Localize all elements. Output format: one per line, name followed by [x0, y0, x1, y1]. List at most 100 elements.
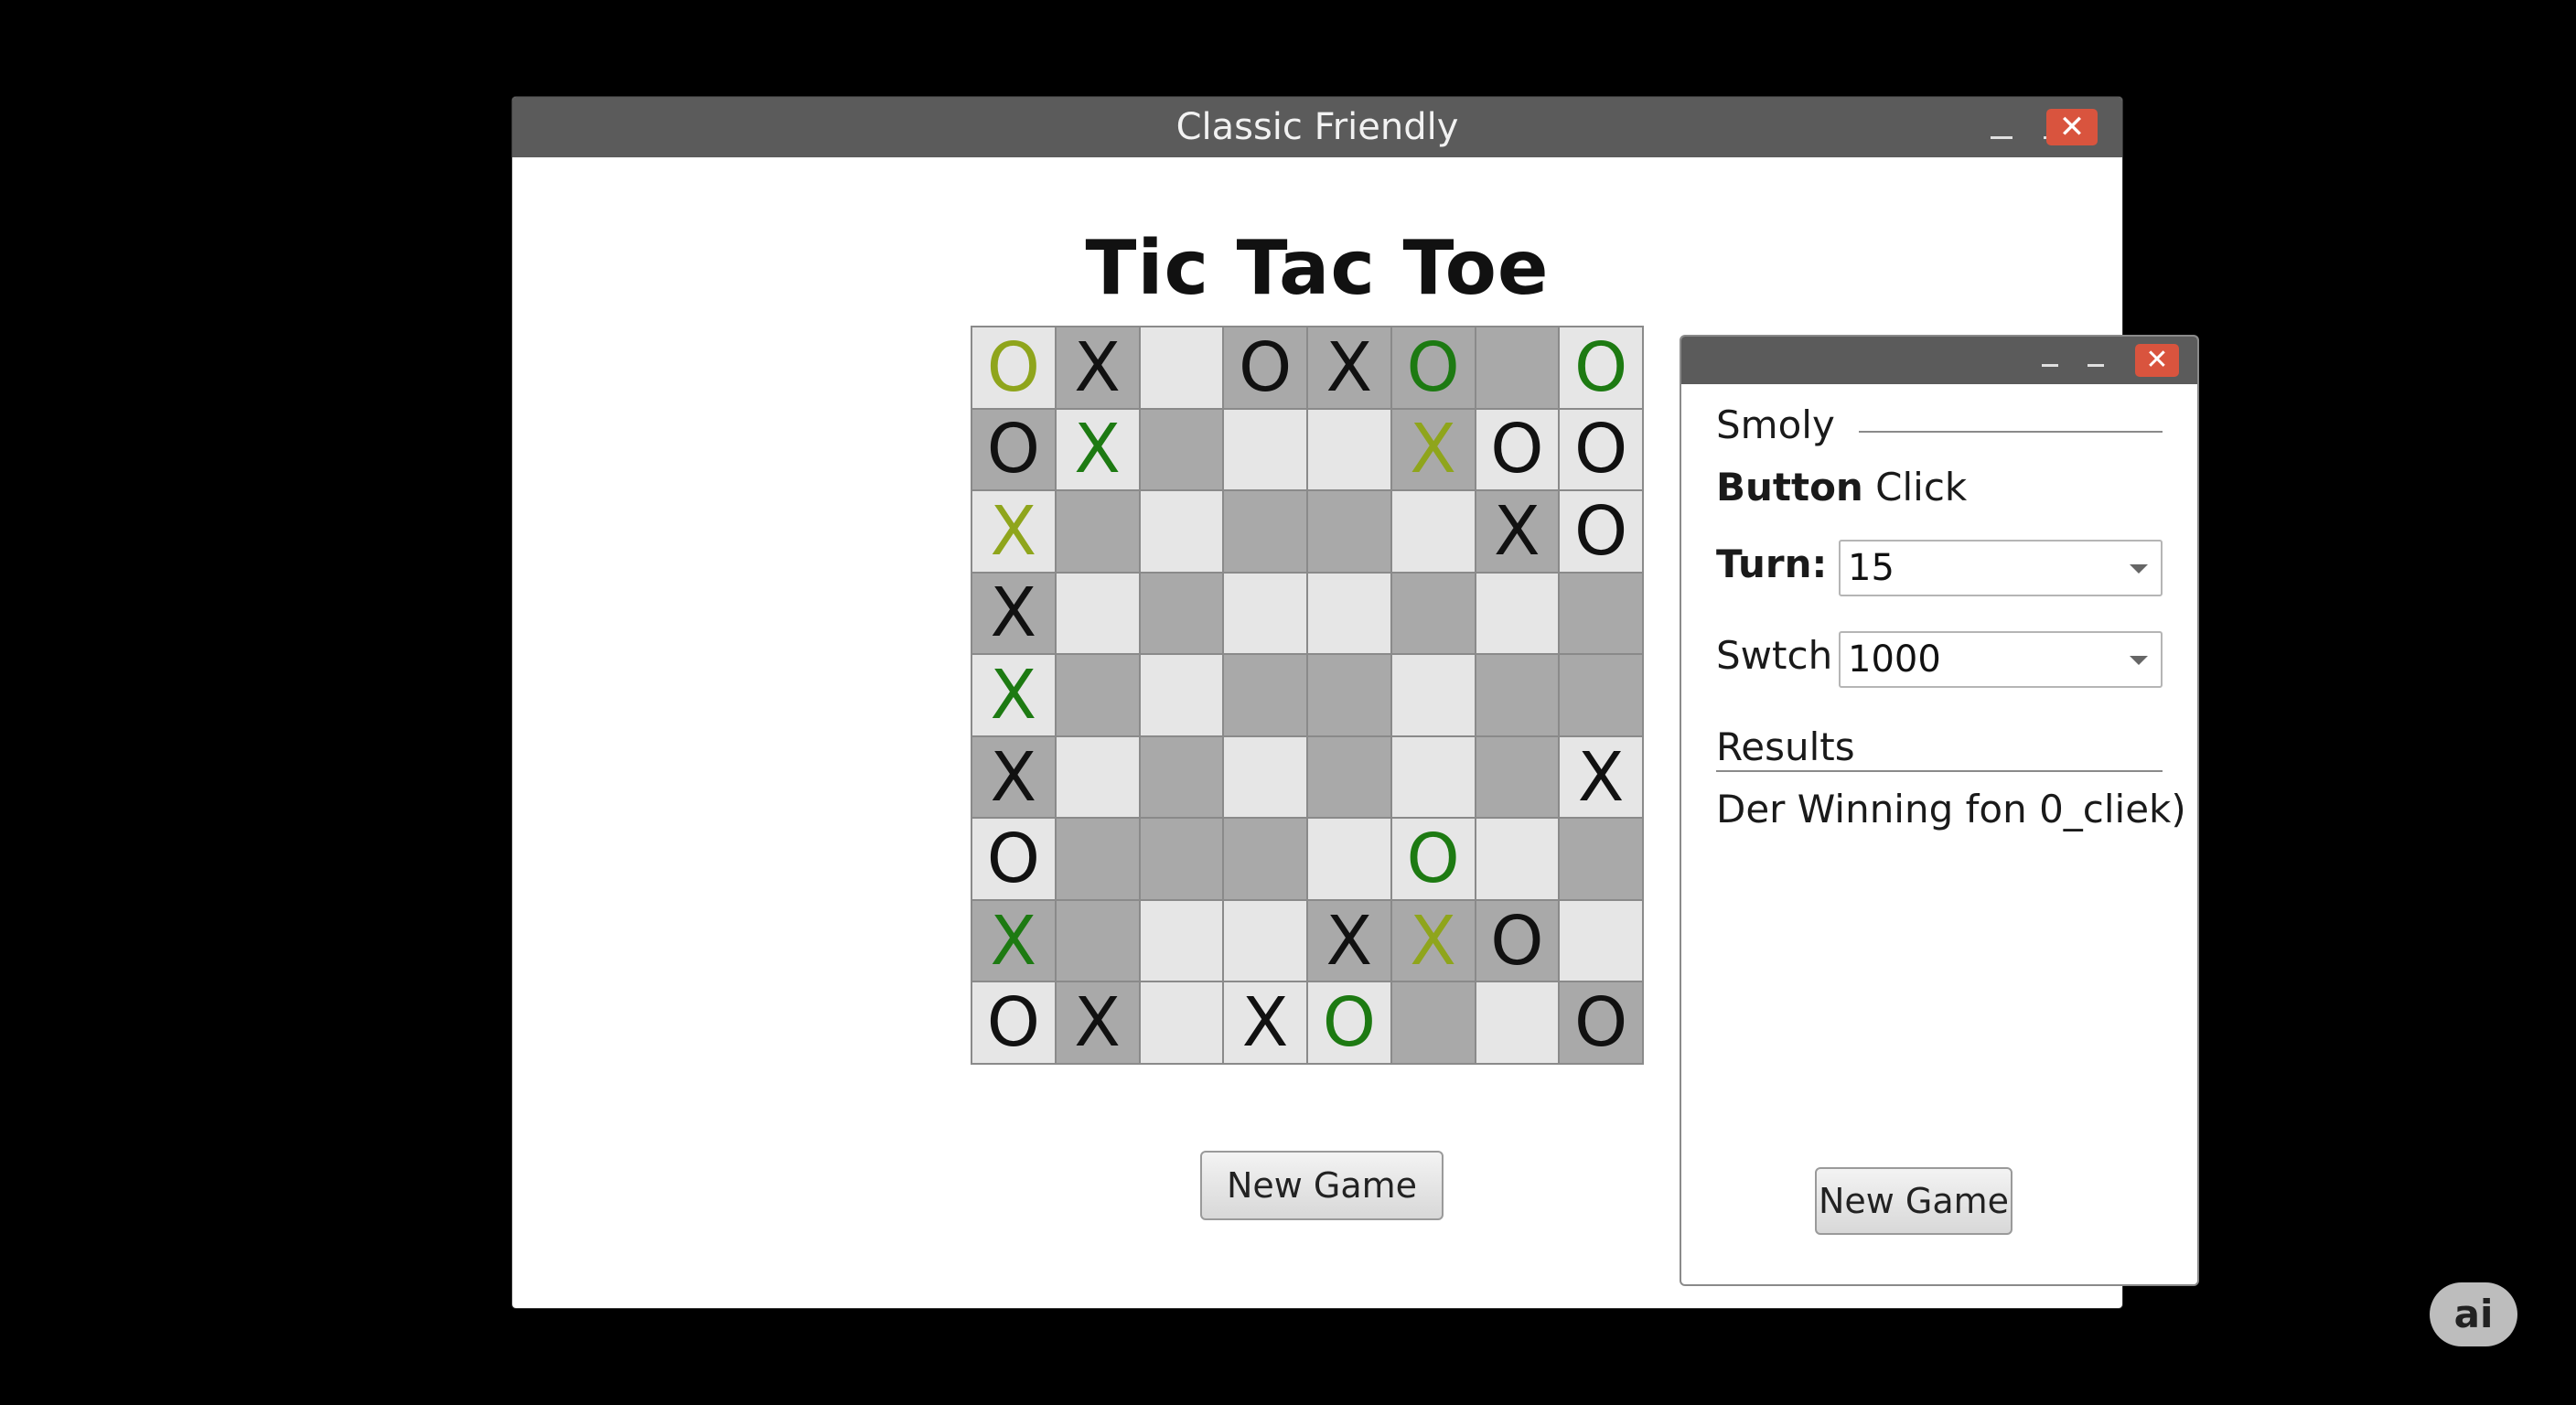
board-cell[interactable]	[1560, 573, 1642, 654]
board-cell[interactable]	[1476, 736, 1559, 818]
switch-select[interactable]: 1000	[1839, 631, 2163, 688]
x-mark: X	[1074, 983, 1121, 1063]
section-label-bold: Button	[1716, 465, 1863, 509]
board-cell[interactable]	[1224, 573, 1306, 654]
board-cell[interactable]	[1140, 819, 1223, 899]
board-cell[interactable]	[1056, 819, 1139, 899]
board-cell[interactable]	[1476, 819, 1559, 899]
board-cell[interactable]: O	[1476, 900, 1559, 981]
board-cell[interactable]: X	[972, 900, 1055, 981]
side-new-game-button[interactable]: New Game	[1815, 1167, 2012, 1235]
board-cell[interactable]: X	[972, 736, 1055, 818]
board-cell[interactable]	[1224, 736, 1306, 818]
board-cell[interactable]	[1308, 736, 1390, 818]
board-cell[interactable]	[1140, 573, 1223, 654]
board-cell[interactable]	[1056, 736, 1139, 818]
board-cell[interactable]	[1308, 655, 1390, 735]
board-cell[interactable]: O	[1476, 409, 1559, 490]
board-cell[interactable]	[1308, 491, 1390, 572]
o-mark: O	[1406, 820, 1460, 899]
board-cell[interactable]: O	[1308, 982, 1390, 1063]
board-cell[interactable]: X	[972, 491, 1055, 572]
board-cell[interactable]	[1056, 491, 1139, 572]
x-mark: X	[990, 737, 1037, 817]
board-cell[interactable]: O	[1560, 491, 1642, 572]
board-cell[interactable]: O	[1224, 327, 1306, 408]
minimize-button[interactable]	[1991, 136, 2012, 139]
board-cell[interactable]	[1140, 900, 1223, 981]
board-cell[interactable]: X	[1391, 409, 1475, 490]
board-cell[interactable]	[1560, 819, 1642, 899]
side-close-button[interactable]: ✕	[2135, 344, 2179, 377]
board-cell[interactable]	[1391, 982, 1475, 1063]
board-cell[interactable]	[1308, 409, 1390, 490]
board-cell[interactable]	[1056, 655, 1139, 735]
board-cell[interactable]	[1560, 655, 1642, 735]
board-cell[interactable]	[1140, 409, 1223, 490]
x-mark: X	[1410, 410, 1456, 489]
x-mark: X	[990, 901, 1037, 981]
board-cell[interactable]	[1391, 736, 1475, 818]
board-cell[interactable]	[1224, 900, 1306, 981]
board-cell[interactable]	[1056, 573, 1139, 654]
board-cell[interactable]: X	[972, 573, 1055, 654]
board-cell[interactable]	[1224, 655, 1306, 735]
board-cell[interactable]	[1308, 573, 1390, 654]
turn-label: Turn:	[1716, 542, 1828, 586]
board-cell[interactable]	[1476, 982, 1559, 1063]
board-cell[interactable]	[1391, 655, 1475, 735]
o-mark: O	[986, 820, 1040, 899]
section-label: Button Click	[1716, 465, 1967, 509]
board-cell[interactable]	[1056, 900, 1139, 981]
board-cell[interactable]	[1140, 655, 1223, 735]
board-cell[interactable]: O	[972, 819, 1055, 899]
board-cell[interactable]	[1224, 491, 1306, 572]
board-cell[interactable]	[1476, 327, 1559, 408]
board-cell[interactable]	[1391, 491, 1475, 572]
board-cell[interactable]	[1308, 819, 1390, 899]
board-cell[interactable]: X	[1056, 327, 1139, 408]
board-cell[interactable]: X	[972, 655, 1055, 735]
group-divider	[1859, 431, 2163, 433]
x-mark: X	[1494, 491, 1540, 571]
board-cell[interactable]	[1140, 736, 1223, 818]
turn-select[interactable]: 15	[1839, 540, 2163, 596]
board-cell[interactable]: O	[972, 982, 1055, 1063]
close-icon: ✕	[2058, 109, 2086, 145]
board-cell[interactable]: X	[1056, 982, 1139, 1063]
board-cell[interactable]: O	[972, 327, 1055, 408]
board-cell[interactable]: O	[1560, 409, 1642, 490]
board-cell[interactable]: X	[1308, 327, 1390, 408]
main-titlebar[interactable]: Classic Friendly ✕	[512, 97, 2122, 157]
board-cell[interactable]: X	[1476, 491, 1559, 572]
board-cell[interactable]	[1224, 409, 1306, 490]
board-cell[interactable]: X	[1391, 900, 1475, 981]
board-cell[interactable]	[1140, 327, 1223, 408]
board-cell[interactable]: X	[1056, 409, 1139, 490]
board-cell[interactable]	[1140, 982, 1223, 1063]
board-cell[interactable]: O	[1560, 327, 1642, 408]
chevron-down-icon	[2130, 656, 2148, 665]
board-cell[interactable]: X	[1308, 900, 1390, 981]
x-mark: X	[1326, 327, 1373, 407]
new-game-button[interactable]: New Game	[1200, 1151, 1444, 1220]
side-minimize-button[interactable]	[2042, 364, 2058, 367]
close-button[interactable]: ✕	[2046, 109, 2098, 145]
board-cell[interactable]	[1224, 819, 1306, 899]
side-titlebar[interactable]: ✕	[1681, 337, 2197, 384]
board-cell[interactable]: O	[972, 409, 1055, 490]
side-window: ✕ Smoly Button Click Turn: 15 Swtch 1000…	[1681, 337, 2197, 1284]
o-mark: O	[1406, 327, 1460, 407]
board-cell[interactable]	[1560, 900, 1642, 981]
game-board: OXOXOOOXXOOXXOXXXXOOXXXOOXXOO	[971, 326, 1644, 1065]
board-cell[interactable]: O	[1391, 327, 1475, 408]
side-maximize-button[interactable]	[2088, 364, 2104, 367]
board-cell[interactable]	[1140, 491, 1223, 572]
board-cell[interactable]	[1476, 573, 1559, 654]
board-cell[interactable]	[1391, 573, 1475, 654]
board-cell[interactable]: X	[1560, 736, 1642, 818]
board-cell[interactable]: O	[1391, 819, 1475, 899]
board-cell[interactable]	[1476, 655, 1559, 735]
board-cell[interactable]: O	[1560, 982, 1642, 1063]
board-cell[interactable]: X	[1224, 982, 1306, 1063]
